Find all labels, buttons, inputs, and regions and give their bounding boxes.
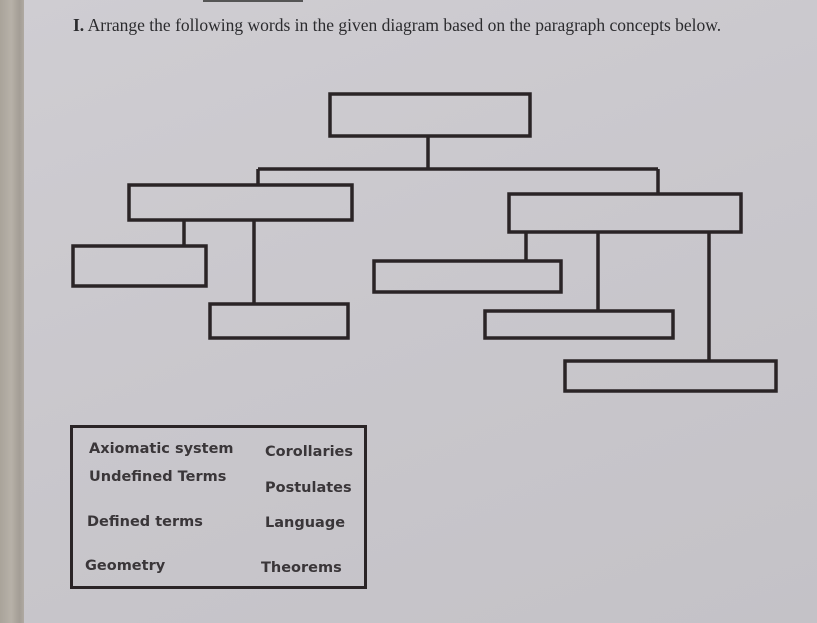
- word-language: Language: [265, 515, 346, 531]
- diagram-box-right-child-3[interactable]: [563, 359, 778, 393]
- diagram-box-left-child-1[interactable]: [71, 244, 208, 288]
- diagram-box-right-child-2[interactable]: [483, 309, 675, 340]
- word-axiomatic-system: Axiomatic system: [89, 441, 234, 457]
- word-bank: Axiomatic system Corollaries Undefined T…: [70, 425, 367, 589]
- diagram-box-root[interactable]: [328, 92, 532, 138]
- word-geometry: Geometry: [85, 558, 166, 574]
- word-theorems: Theorems: [261, 560, 342, 576]
- word-defined-terms: Defined terms: [87, 514, 203, 530]
- diagram-box-left-mid[interactable]: [127, 183, 354, 222]
- diagram-box-right-child-1[interactable]: [372, 259, 563, 294]
- word-corollaries: Corollaries: [265, 444, 354, 460]
- word-undefined-terms: Undefined Terms: [89, 469, 227, 485]
- diagram-box-left-child-2[interactable]: [208, 302, 350, 340]
- word-postulates: Postulates: [265, 480, 352, 496]
- diagram-box-right-mid[interactable]: [507, 192, 743, 234]
